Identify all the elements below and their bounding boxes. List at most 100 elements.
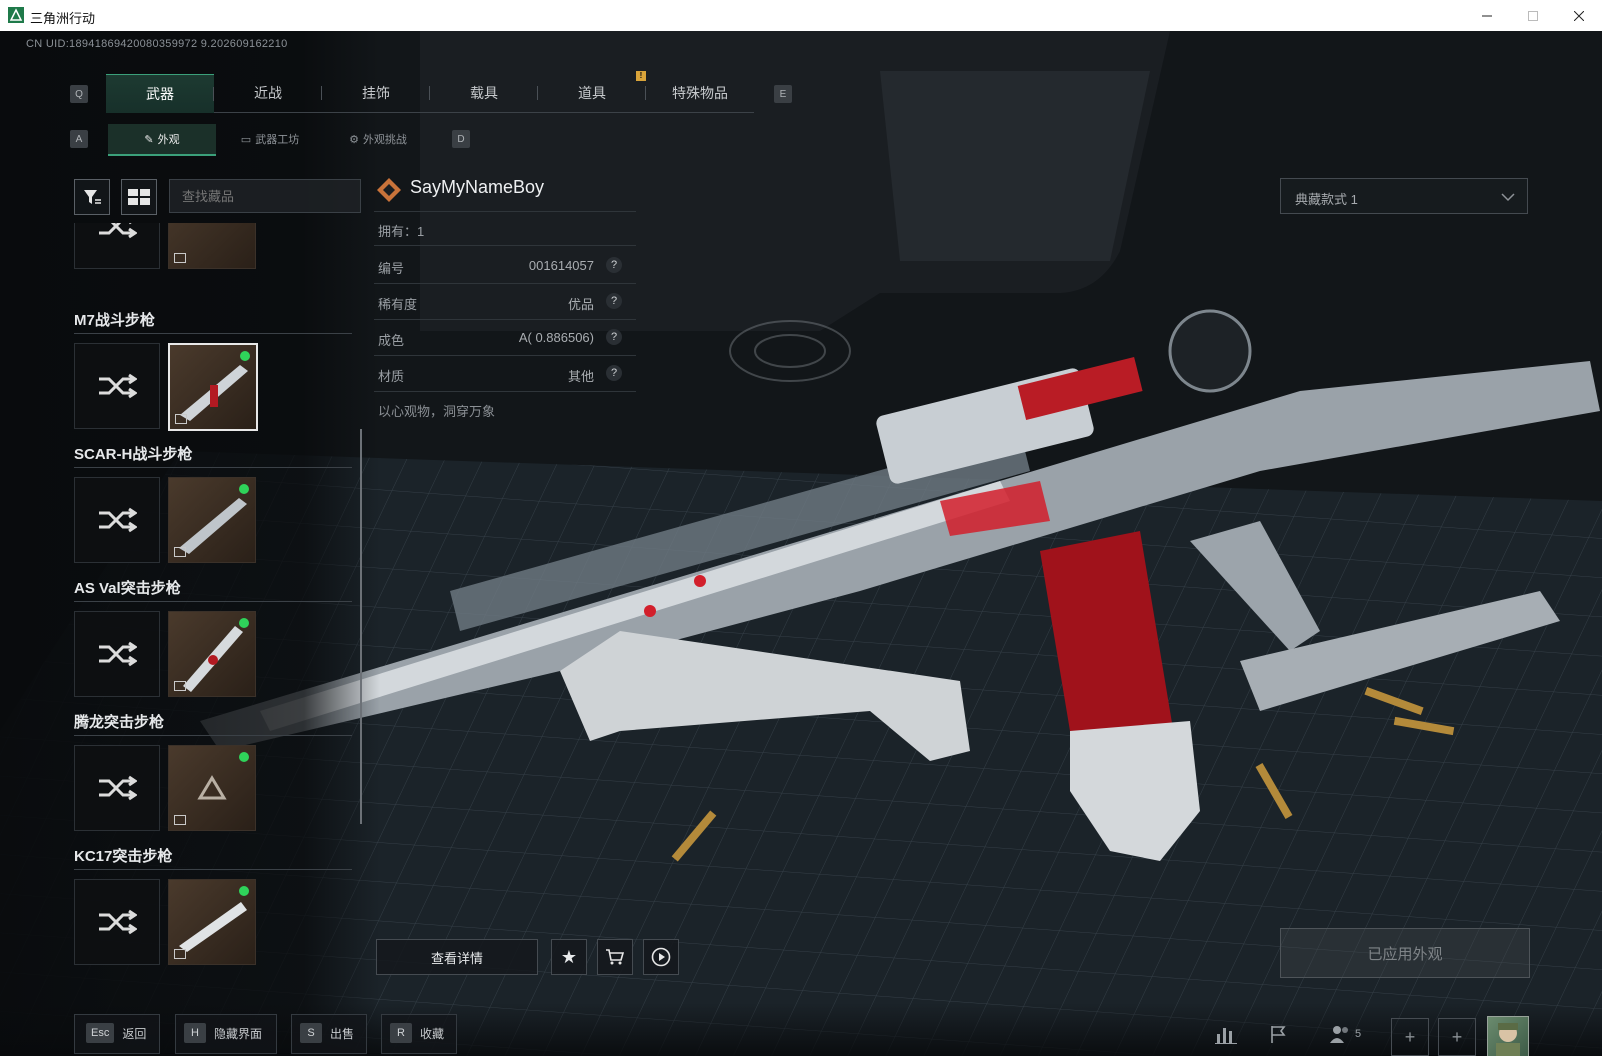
- skin-thumbnail[interactable]: [168, 611, 256, 697]
- owned-indicator: [239, 886, 249, 896]
- divider: [74, 735, 352, 736]
- maximize-button[interactable]: [1510, 0, 1556, 31]
- randomize-button[interactable]: [74, 745, 160, 831]
- help-icon[interactable]: ?: [606, 329, 622, 345]
- detail-row-serial: 编号 001614057 ?: [374, 249, 636, 284]
- image-icon: [174, 681, 186, 691]
- help-icon[interactable]: ?: [606, 365, 622, 381]
- subtab-challenges[interactable]: ⚙ 外观挑战: [324, 124, 432, 154]
- preview-play-button[interactable]: [643, 939, 679, 975]
- shuffle-icon: [99, 373, 137, 399]
- weapon-title: SCAR-H战斗步枪: [74, 446, 193, 463]
- weapon-list: M7战斗步枪 SCAR-H战斗步枪 AS Val突击步枪 腾龙突击步枪 KC17…: [74, 223, 352, 983]
- collect-hint-content: R 收藏: [390, 1016, 444, 1050]
- key-hint-e: E: [774, 85, 792, 103]
- gear-icon: ⚙: [349, 133, 359, 146]
- skin-thumbnail[interactable]: [168, 223, 256, 269]
- weapon-title: AS Val突击步枪: [74, 580, 181, 597]
- game-viewport: CN UID:18941869420080359972 9.2026091622…: [0, 31, 1602, 1056]
- divider: [74, 601, 352, 602]
- rarity-diamond-icon: [377, 178, 401, 202]
- key-hint-q: Q: [70, 85, 88, 103]
- window-title: 三角洲行动: [30, 11, 96, 26]
- app-logo-icon: [8, 7, 24, 23]
- view-details-button[interactable]: 查看详情: [376, 939, 538, 975]
- owned-indicator: [239, 484, 249, 494]
- image-icon: [174, 815, 186, 825]
- close-icon: [1574, 10, 1584, 21]
- detail-row-wear: 成色 A( 0.886506) ?: [374, 321, 636, 356]
- randomize-button[interactable]: [74, 477, 160, 563]
- weapon-title: M7战斗步枪: [74, 312, 155, 329]
- add-slot-button[interactable]: +: [1438, 1018, 1476, 1056]
- randomize-button[interactable]: [74, 611, 160, 697]
- maximize-icon: [1528, 10, 1538, 21]
- friends-button[interactable]: 5: [1322, 1018, 1368, 1050]
- skin-thumbnail[interactable]: [168, 745, 256, 831]
- search-input[interactable]: [169, 179, 361, 213]
- sub-tabs: ✎ 外观 ▭ 武器工坊 ⚙ 外观挑战: [108, 124, 432, 156]
- list-scrollbar[interactable]: [360, 429, 362, 824]
- shuffle-icon: [99, 909, 137, 935]
- favorite-button[interactable]: ★: [551, 939, 587, 975]
- help-icon[interactable]: ?: [606, 257, 622, 273]
- owned-indicator: [239, 752, 249, 762]
- back-hint-content: Esc 返回: [86, 1016, 146, 1050]
- detail-row-material: 材质 其他 ?: [374, 357, 636, 392]
- new-item-badge: !: [636, 71, 646, 81]
- cart-button[interactable]: [597, 939, 633, 975]
- divider: [374, 211, 636, 212]
- avatar[interactable]: [1487, 1016, 1529, 1056]
- divider: [74, 869, 352, 870]
- randomize-button[interactable]: [74, 223, 160, 269]
- owned-indicator: [240, 351, 250, 361]
- divider: [74, 333, 352, 334]
- subtab-workshop[interactable]: ▭ 武器工坊: [216, 124, 324, 154]
- randomize-button[interactable]: [74, 879, 160, 965]
- shuffle-icon: [99, 507, 137, 533]
- brush-icon: ✎: [144, 133, 154, 146]
- avatar-image: [1496, 1023, 1520, 1056]
- skin-thumbnail[interactable]: [168, 477, 256, 563]
- play-circle-icon: [651, 947, 671, 967]
- tab-vehicles[interactable]: 载具: [430, 74, 538, 112]
- chevron-down-icon: [1501, 193, 1515, 202]
- tab-items[interactable]: 道具: [538, 74, 646, 112]
- plus-icon: +: [1404, 1026, 1416, 1047]
- divider: [374, 245, 636, 246]
- shuffle-icon: [99, 641, 137, 667]
- skin-thumbnail[interactable]: [168, 879, 256, 965]
- hide-ui-hint-content: H 隐藏界面: [184, 1016, 262, 1050]
- window-titlebar: 三角洲行动: [0, 0, 1602, 32]
- subtab-appearance[interactable]: ✎ 外观: [108, 124, 216, 156]
- tab-charms[interactable]: 挂饰: [322, 74, 430, 112]
- image-icon: [174, 253, 186, 263]
- skin-thumbnail-selected[interactable]: [168, 343, 258, 431]
- grid-view-icon: [128, 189, 150, 205]
- help-icon[interactable]: ?: [606, 293, 622, 309]
- skin-motto: 以心观物，洞穿万象: [378, 404, 496, 419]
- flag-button[interactable]: [1262, 1018, 1294, 1050]
- tab-special-items[interactable]: 特殊物品: [646, 74, 754, 112]
- stats-button[interactable]: [1210, 1018, 1242, 1050]
- sell-hint-content: S 出售: [300, 1016, 354, 1050]
- plus-icon: +: [1451, 1026, 1463, 1047]
- minimize-button[interactable]: [1464, 0, 1510, 31]
- category-tabs: 武器 近战 挂饰 载具 道具 特殊物品: [106, 74, 754, 113]
- filter-icon: [84, 190, 101, 204]
- filter-button[interactable]: [74, 179, 110, 215]
- owned-indicator: [239, 618, 249, 628]
- applied-skin-button[interactable]: 已应用外观: [1280, 928, 1530, 978]
- tab-weapons[interactable]: 武器: [106, 74, 214, 113]
- style-variant-dropdown[interactable]: 典藏款式 1: [1280, 178, 1528, 214]
- close-button[interactable]: [1556, 0, 1602, 31]
- key-hint-a: A: [70, 130, 88, 148]
- randomize-button[interactable]: [74, 343, 160, 429]
- grid-view-button[interactable]: [121, 179, 157, 215]
- add-slot-button[interactable]: +: [1391, 1018, 1429, 1056]
- flag-icon: [1271, 1026, 1286, 1043]
- detail-row-rarity: 稀有度 优品 ?: [374, 285, 636, 320]
- cart-icon: [606, 949, 625, 965]
- tab-melee[interactable]: 近战: [214, 74, 322, 112]
- shuffle-icon: [99, 223, 137, 239]
